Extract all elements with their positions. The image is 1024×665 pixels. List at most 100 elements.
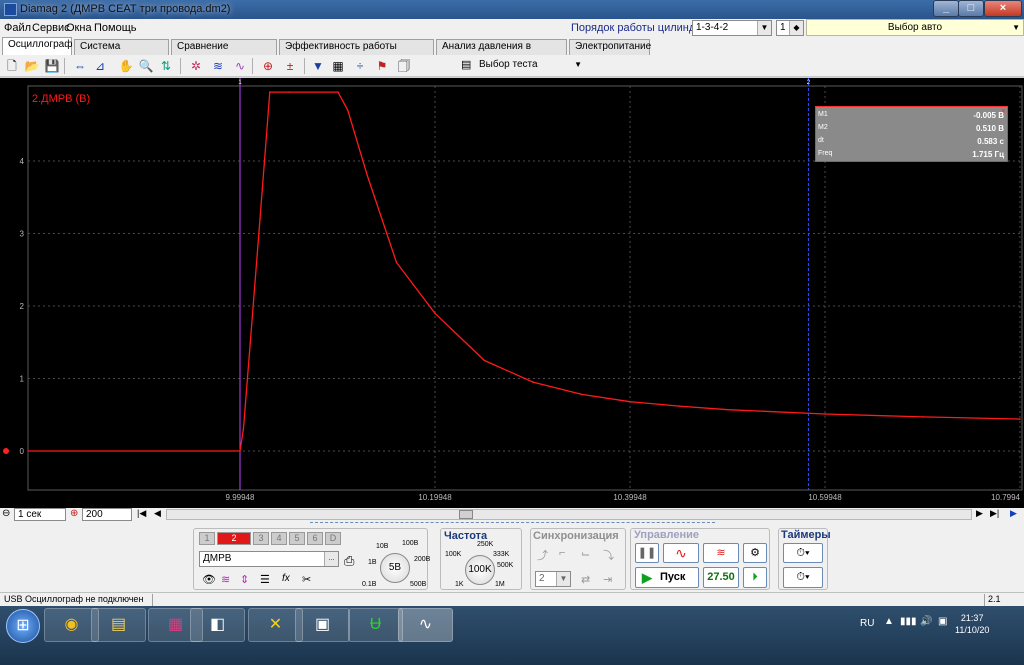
cursor-mode-icon[interactable]: ⊿: [92, 58, 108, 74]
minimize-button[interactable]: _: [933, 0, 959, 17]
page-icon[interactable]: 🗍: [396, 58, 412, 74]
channel-d-button[interactable]: D: [325, 532, 341, 545]
toolbar-separator: [304, 58, 305, 74]
measurement-row: M2 0.510 В: [818, 122, 1004, 136]
sync-channel-select[interactable]: 2 ▼: [535, 571, 571, 587]
trace-point: [395, 261, 398, 264]
vertical-scale-icon[interactable]: ⇕: [240, 573, 249, 586]
taskbar-window[interactable]: ▣: [295, 608, 350, 642]
cylinder-number-spinner[interactable]: 1 ◆: [776, 20, 804, 36]
wave-mode-button[interactable]: ∿: [663, 543, 699, 563]
flag-icon[interactable]: ⚑: [374, 58, 390, 74]
channel-settings-icon[interactable]: ⎙: [344, 553, 354, 569]
channel-2-button[interactable]: 2: [217, 532, 251, 545]
play-icon[interactable]: ▶: [1010, 508, 1017, 519]
test-select-dropdown[interactable]: ▤ Выбор теста ▼: [459, 57, 584, 75]
measurement-box: × M1 -0.005 В M2 0.510 Вdt 0.583 с Freq 1.715 …: [815, 106, 1008, 162]
volume-icon[interactable]: 🔊: [920, 616, 932, 627]
step-back-icon[interactable]: ◀: [154, 508, 161, 519]
auto-settings-button[interactable]: ⚙: [743, 543, 767, 563]
sync-auto-icon[interactable]: ⤵: [603, 547, 614, 563]
menu-help[interactable]: Помощь: [94, 22, 137, 34]
sync-fall-icon[interactable]: ⌙: [581, 547, 590, 560]
menu-file[interactable]: Файл: [4, 22, 31, 34]
go-start-icon[interactable]: |◀: [137, 508, 146, 519]
taskbar-app[interactable]: ◧: [190, 608, 245, 642]
zoom-in-icon[interactable]: ⊕: [70, 508, 78, 519]
start-label: Пуск: [660, 571, 686, 583]
timer-2-button[interactable]: ⏱▾: [783, 567, 823, 588]
split-icon[interactable]: ÷: [352, 58, 368, 74]
tab-cylinder-efficiency[interactable]: Эффективность работы цилиндров: [279, 39, 434, 66]
waveform-overlay-icon[interactable]: ≋: [210, 58, 226, 74]
step-forward-icon[interactable]: ▶: [976, 508, 983, 519]
channel-3-button[interactable]: 3: [253, 532, 269, 545]
scroll-thumb[interactable]: [459, 510, 473, 519]
tools-icon[interactable]: ✂: [302, 573, 311, 586]
channel-1-button[interactable]: 1: [199, 532, 215, 545]
speed-value[interactable]: 27.50: [703, 567, 739, 588]
measurement-key: dt: [818, 137, 824, 144]
open-folder-icon[interactable]: 📂: [24, 58, 40, 74]
start-button[interactable]: ▶ Пуск: [635, 567, 699, 588]
channel-5-button[interactable]: 5: [289, 532, 305, 545]
scroll-mode-icon[interactable]: ⇔: [72, 58, 88, 74]
tab-oscilloscope[interactable]: Осциллограф: [2, 37, 72, 56]
start-menu-button[interactable]: ⊞: [6, 609, 40, 643]
channel-4-button[interactable]: 4: [271, 532, 287, 545]
tab-cylinder-compare[interactable]: Сравнение цилиндров: [171, 39, 277, 66]
ellipsis-icon[interactable]: ...: [324, 552, 338, 566]
menu-service[interactable]: Сервис: [32, 22, 70, 34]
lines-icon[interactable]: ☰: [260, 573, 270, 586]
waveform-compare-icon[interactable]: ∿: [232, 58, 248, 74]
maximize-button[interactable]: □: [958, 0, 984, 17]
marker-icon[interactable]: ✲: [188, 58, 204, 74]
zoom-fit-icon[interactable]: ⇅: [158, 58, 174, 74]
sync-level-icon[interactable]: ⇄: [581, 573, 590, 586]
channel-name-field[interactable]: ДМРВ ...: [199, 551, 339, 567]
language-indicator[interactable]: RU: [860, 618, 874, 629]
close-button[interactable]: ×: [984, 0, 1022, 17]
sync-offset-icon[interactable]: ⇥: [603, 573, 612, 586]
sync-edge-icon[interactable]: ⌐: [559, 547, 565, 559]
sync-rise-icon[interactable]: ⤴: [537, 547, 548, 563]
eye-icon[interactable]: 👁: [202, 573, 216, 586]
network-icon[interactable]: ▣: [938, 616, 947, 627]
function-icon[interactable]: fx: [282, 573, 290, 584]
auto-run-button[interactable]: ⏵: [743, 567, 767, 588]
taskbar-diamag[interactable]: ∿: [398, 608, 453, 642]
tab-ignition[interactable]: Система зажигания: [74, 39, 169, 66]
menu-windows[interactable]: Окна: [66, 22, 92, 34]
points-value: 200: [86, 509, 103, 520]
zero-offset-icon[interactable]: ±: [282, 58, 298, 74]
hand-pan-icon[interactable]: ✋: [118, 58, 134, 74]
frequency-knob[interactable]: 100K: [465, 555, 495, 585]
time-per-div-select[interactable]: 1 сек: [14, 508, 66, 521]
tab-power[interactable]: Электропитание: [569, 39, 651, 55]
new-file-icon[interactable]: 🗋: [4, 58, 20, 74]
zoom-icon[interactable]: 🔍: [138, 58, 154, 74]
auto-scale-icon[interactable]: ⊕: [260, 58, 276, 74]
taskbar-explorer[interactable]: ▤: [91, 608, 146, 642]
pause-button[interactable]: ❚❚: [635, 543, 659, 563]
oscilloscope-plot[interactable]: 4 3 2 1 0 9.99948 10.19948 10.39948 10.59948 10.7…: [0, 78, 1024, 508]
channel-6-button[interactable]: 6: [307, 532, 323, 545]
points-select[interactable]: 200: [82, 508, 132, 521]
signal-icon[interactable]: ▮▮▮: [900, 616, 917, 627]
noise-mode-button[interactable]: ≋: [703, 543, 739, 563]
taskbar-utorrent[interactable]: Ʉ: [348, 608, 403, 642]
cylinder-order-select[interactable]: 1-3-4-2 ▼: [692, 20, 772, 36]
filter-icon[interactable]: ▼: [310, 58, 326, 74]
voltage-knob[interactable]: 5В: [380, 553, 410, 583]
tray-arrow-icon[interactable]: ▲: [884, 616, 894, 627]
auto-select-dropdown[interactable]: Выбор авто ▼: [806, 19, 1024, 36]
zoom-out-icon[interactable]: ⊖: [2, 508, 10, 519]
save-icon[interactable]: 💾: [44, 58, 60, 74]
horizontal-scrollbar[interactable]: [166, 509, 972, 520]
clock[interactable]: 21:37 11/10/20: [955, 612, 989, 636]
timer-1-button[interactable]: ⏱▾: [783, 543, 823, 563]
go-end-icon[interactable]: ▶|: [990, 508, 999, 519]
grid-table-icon[interactable]: ▦: [330, 58, 346, 74]
signal-view-icon[interactable]: ≋: [221, 573, 230, 586]
tab-pressure-analysis[interactable]: Анализ давления в цилиндре: [436, 39, 567, 66]
